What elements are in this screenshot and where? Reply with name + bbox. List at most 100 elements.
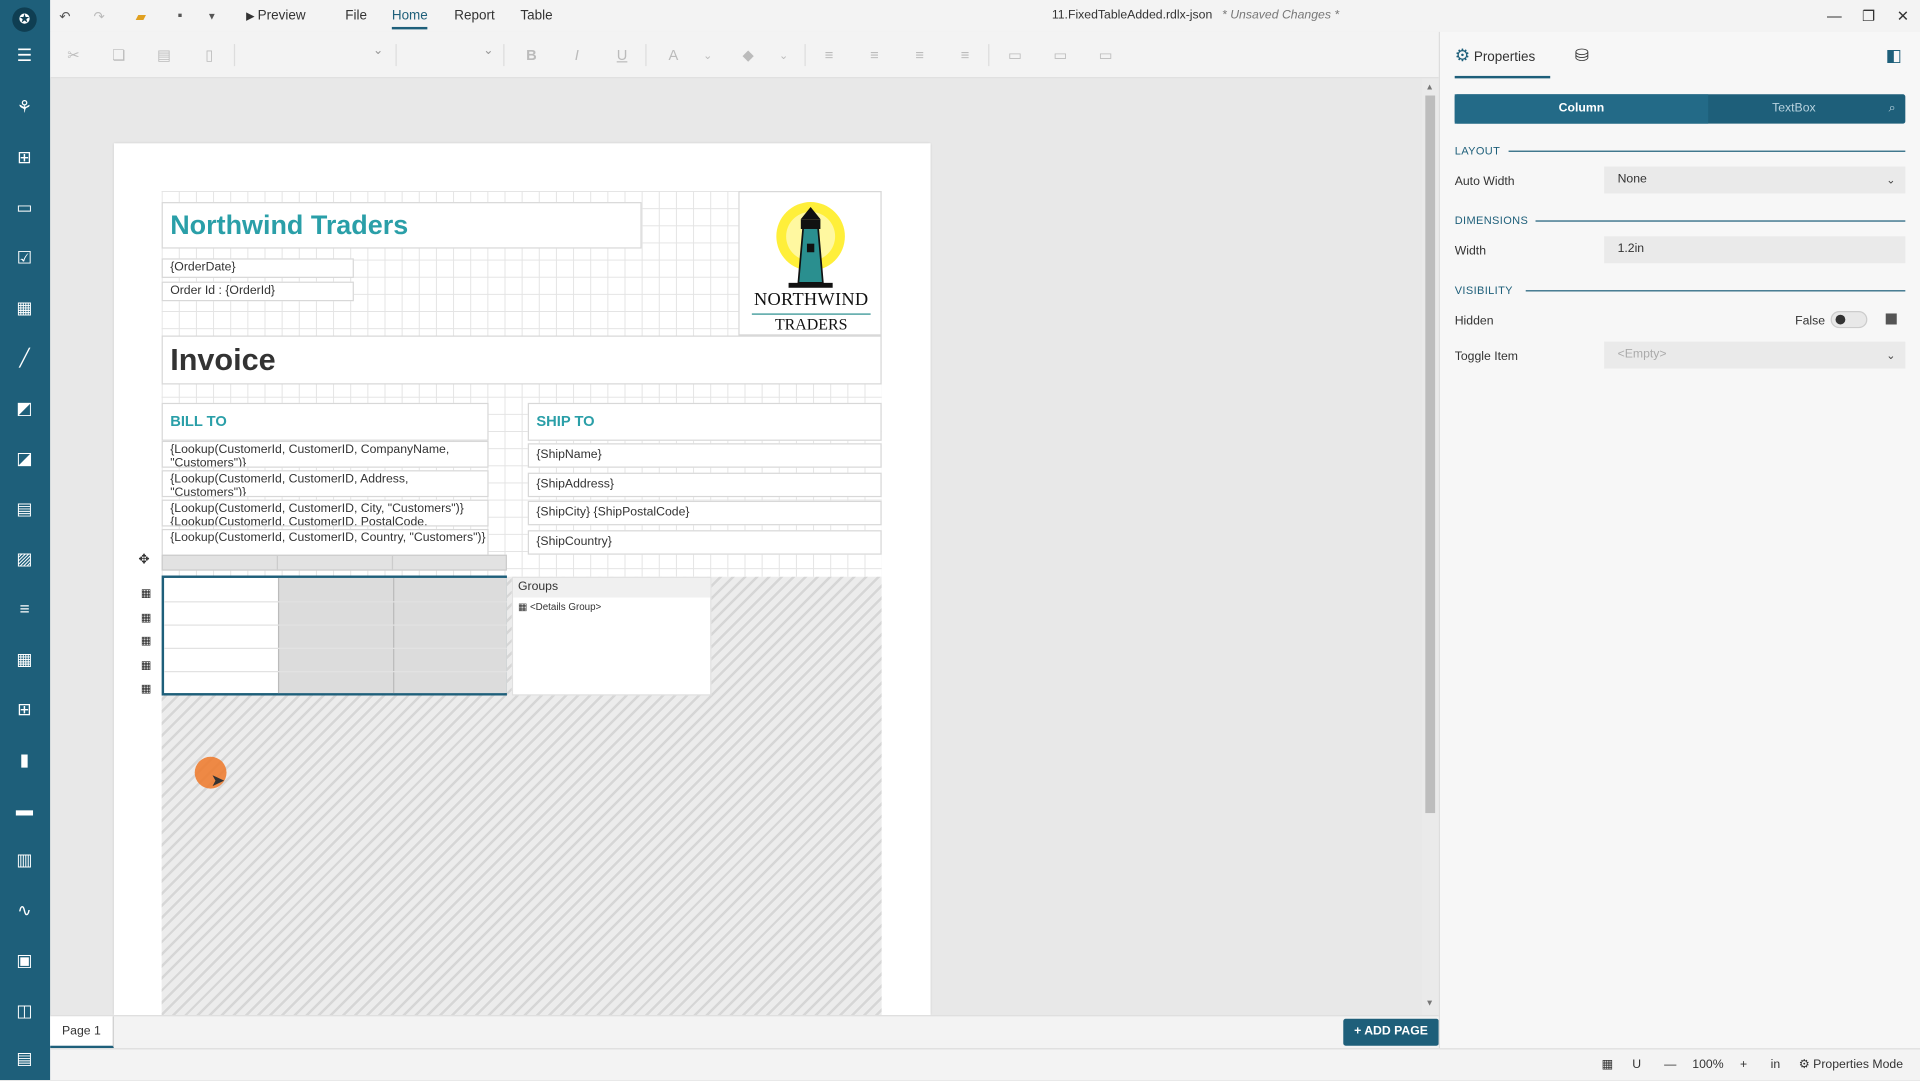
checkbox-tool-icon[interactable]: ☑: [10, 242, 39, 271]
container-tool-icon[interactable]: ▤: [10, 1043, 39, 1072]
sparkline-tool-icon[interactable]: ∿: [10, 895, 39, 924]
maximize-icon[interactable]: ❐: [1858, 5, 1880, 27]
snap-toggle-icon[interactable]: U: [1632, 1049, 1641, 1081]
add-page-button[interactable]: + ADD PAGE: [1343, 1018, 1439, 1046]
zoom-in-icon[interactable]: +: [1740, 1049, 1747, 1081]
properties-mode-button[interactable]: ⚙ Properties Mode: [1799, 1049, 1903, 1081]
minimize-icon[interactable]: —: [1823, 5, 1845, 27]
open-icon[interactable]: ▰: [131, 6, 151, 26]
align-justify-icon[interactable]: ≡: [954, 44, 976, 66]
row-handles[interactable]: ▦ ▦ ▦ ▦ ▦: [141, 582, 151, 702]
table-tool-icon[interactable]: ▦: [10, 644, 39, 673]
grid-toggle-icon[interactable]: ▦: [1602, 1049, 1614, 1081]
scroll-up-icon[interactable]: ▲: [1425, 83, 1433, 92]
font-color-dropdown-icon[interactable]: ⌄: [697, 44, 719, 66]
data-sources-icon[interactable]: ⛁: [1575, 32, 1589, 79]
chart-tool-icon[interactable]: ▮: [10, 744, 39, 773]
tab-properties[interactable]: ⚙ Properties: [1454, 32, 1551, 79]
underline-icon[interactable]: U: [611, 44, 633, 66]
overflow-tool-icon[interactable]: ◫: [10, 996, 39, 1025]
font-family-select[interactable]: ⌄: [246, 44, 383, 66]
bullet-tool-icon[interactable]: ▬: [10, 795, 39, 824]
move-table-icon[interactable]: ✥: [138, 551, 149, 567]
table-column-handles[interactable]: [161, 554, 507, 571]
align-center-icon[interactable]: ≡: [863, 44, 885, 66]
ship-to-heading[interactable]: SHIP TO: [527, 402, 882, 441]
column-selector[interactable]: Column: [1454, 94, 1709, 124]
save-icon[interactable]: ▪: [170, 6, 190, 26]
toggle-item-select[interactable]: <Empty> ⌄: [1604, 341, 1906, 369]
textbox-selector[interactable]: TextBox: [1708, 94, 1879, 123]
menu-icon[interactable]: ☰: [10, 40, 39, 69]
copy-icon[interactable]: ❏: [108, 44, 130, 66]
details-group-item[interactable]: ▦ <Details Group>: [513, 598, 710, 612]
zoom-out-icon[interactable]: —: [1664, 1049, 1676, 1081]
zoom-level[interactable]: 100%: [1692, 1049, 1723, 1081]
order-date-textbox[interactable]: {OrderDate}: [161, 258, 354, 278]
valign-middle-icon[interactable]: ▭: [1049, 44, 1071, 66]
design-canvas[interactable]: Northwind Traders {OrderDate} Order Id :…: [50, 78, 1422, 1016]
shape-tool-icon[interactable]: ◩: [10, 393, 39, 422]
valign-top-icon[interactable]: ▭: [1004, 44, 1026, 66]
menu-file[interactable]: File: [345, 0, 367, 32]
band-tool-icon[interactable]: ▥: [10, 845, 39, 874]
report-explorer-icon[interactable]: ⚘: [10, 92, 39, 121]
textbox-tool-icon[interactable]: ▭: [10, 192, 39, 221]
menu-report[interactable]: Report: [454, 0, 494, 32]
unit-selector[interactable]: in: [1771, 1049, 1781, 1081]
barcode-tool-icon[interactable]: ▦: [10, 293, 39, 322]
preview-button[interactable]: ▶ Preview: [246, 0, 305, 32]
subreport-tool-icon[interactable]: ▣: [10, 945, 39, 974]
vertical-scrollbar[interactable]: ▲ ▼: [1421, 78, 1439, 1016]
fill-color-dropdown-icon[interactable]: ⌄: [773, 44, 795, 66]
company-name-textbox[interactable]: Northwind Traders: [161, 202, 642, 249]
cut-icon[interactable]: ✂: [62, 44, 84, 66]
delete-icon[interactable]: ▯: [198, 44, 220, 66]
line-tool-icon[interactable]: ╱: [10, 343, 39, 372]
auto-width-select[interactable]: None ⌄: [1604, 166, 1906, 194]
collapse-panel-icon[interactable]: ◧: [1886, 32, 1902, 79]
list-tool-icon[interactable]: ≡: [10, 594, 39, 623]
paste-icon[interactable]: ▤: [153, 44, 175, 66]
invoice-title-textbox[interactable]: Invoice: [161, 335, 882, 385]
valign-bottom-icon[interactable]: ▭: [1095, 44, 1117, 66]
expression-icon[interactable]: [1885, 313, 1897, 325]
image-tool-icon[interactable]: ▨: [10, 544, 39, 573]
ship-address-textbox[interactable]: {ShipAddress}: [527, 472, 882, 498]
hidden-toggle[interactable]: [1830, 311, 1868, 329]
font-color-icon[interactable]: A: [662, 44, 684, 66]
bill-city-textbox[interactable]: {Lookup(CustomerId, CustomerID, City, "C…: [161, 499, 489, 527]
undo-icon[interactable]: ↶: [55, 6, 75, 26]
italic-icon[interactable]: I: [566, 44, 588, 66]
menu-home[interactable]: Home: [391, 0, 428, 30]
richtext-tool-icon[interactable]: ▤: [10, 493, 39, 522]
fixed-table[interactable]: [161, 575, 507, 696]
ship-country-textbox[interactable]: {ShipCountry}: [527, 530, 882, 555]
scroll-down-icon[interactable]: ▼: [1425, 999, 1433, 1008]
redo-icon[interactable]: ↷: [89, 6, 109, 26]
align-left-icon[interactable]: ≡: [818, 44, 840, 66]
image-select-tool-icon[interactable]: ◪: [10, 443, 39, 472]
align-right-icon[interactable]: ≡: [909, 44, 931, 66]
components-icon[interactable]: ⊞: [10, 142, 39, 171]
fill-color-icon[interactable]: ◆: [737, 44, 759, 66]
scroll-thumb[interactable]: [1425, 95, 1436, 814]
bill-country-textbox[interactable]: {Lookup(CustomerId, CustomerID, Country,…: [161, 528, 489, 556]
search-icon[interactable]: ⌕: [1889, 94, 1896, 123]
close-icon[interactable]: ✕: [1892, 5, 1914, 27]
ship-name-textbox[interactable]: {ShipName}: [527, 443, 882, 468]
report-page[interactable]: Northwind Traders {OrderDate} Order Id :…: [113, 143, 931, 1016]
bold-icon[interactable]: B: [520, 44, 542, 66]
order-id-textbox[interactable]: Order Id : {OrderId}: [161, 281, 354, 302]
font-size-select[interactable]: ⌄: [405, 44, 493, 66]
logo-image[interactable]: NORTHWIND TRADERS: [738, 191, 882, 336]
tablix-tool-icon[interactable]: ⊞: [10, 694, 39, 723]
ship-city-textbox[interactable]: {ShipCity} {ShipPostalCode}: [527, 500, 882, 526]
bill-address-textbox[interactable]: {Lookup(CustomerId, CustomerID, Address,…: [161, 470, 489, 498]
bill-to-heading[interactable]: BILL TO: [161, 402, 489, 441]
page-tab[interactable]: Page 1: [50, 1016, 114, 1049]
save-dropdown-icon[interactable]: ▼: [202, 6, 222, 26]
bill-company-textbox[interactable]: {Lookup(CustomerId, CustomerID, CompanyN…: [161, 440, 489, 468]
width-input[interactable]: 1.2in: [1604, 236, 1906, 264]
menu-table[interactable]: Table: [520, 0, 552, 32]
